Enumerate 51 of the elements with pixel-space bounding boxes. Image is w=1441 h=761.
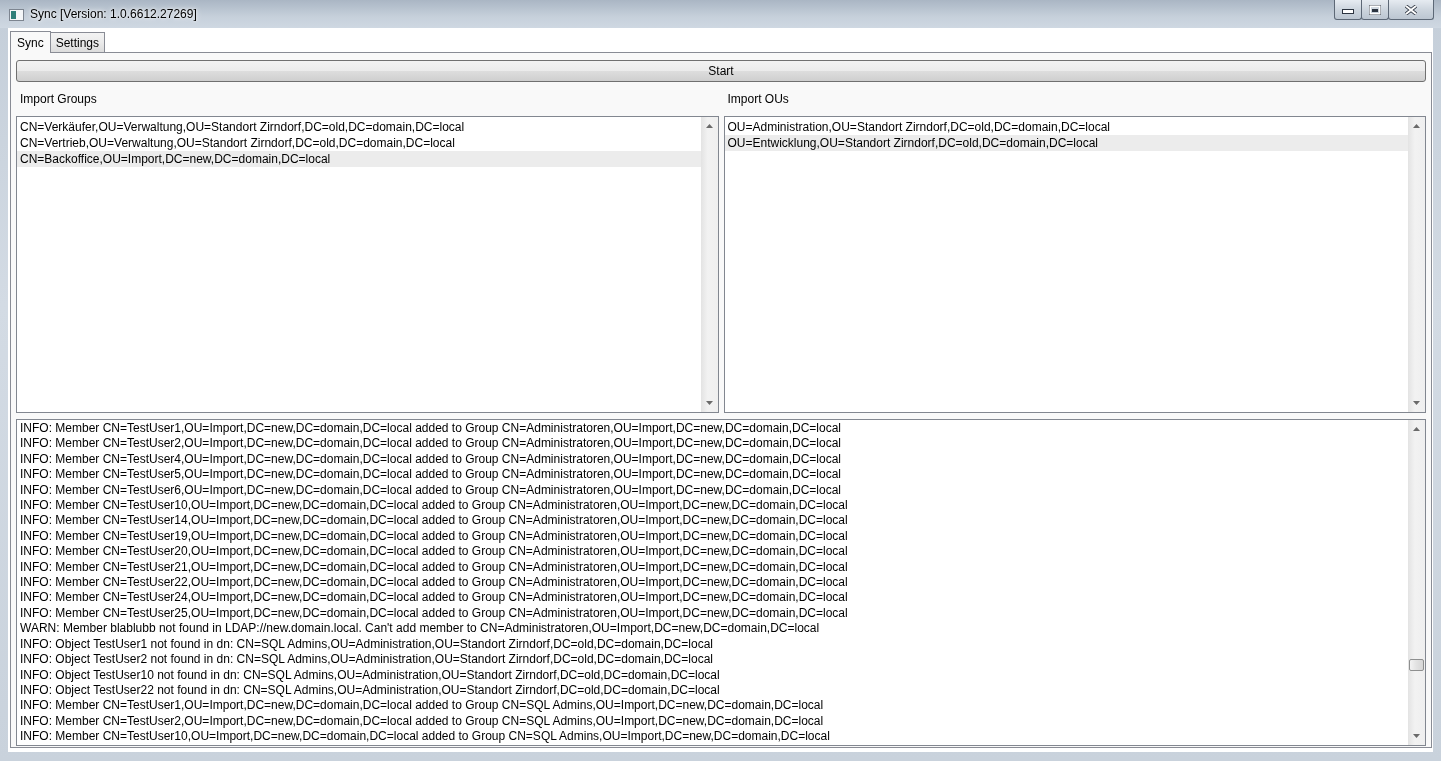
up-arrow-icon[interactable] [1413,427,1420,431]
log-line: INFO: Object TestUser10 not found in dn: CN=SQL Admins,OU=Administration,OU=Standort Zirndorf,DC=old,DC=domain,DC=local [19,667,721,683]
list-box[interactable]: OU=Administration,OU=Standort Zirndorf,DC=old,DC=domain,DC=local OU=Entwicklung,OU=Standort Zirndorf,DC=old,DC=domain,DC=local [723,116,1426,413]
log-line: INFO: Member CN=TestUser22,OU=Import,DC=new,DC=domain,DC=local added to Group CN=Administratoren,OU=Import,DC=new,DC=domain,DC=local [19,575,849,591]
down-arrow-icon[interactable] [1413,401,1420,405]
close-button[interactable] [1388,0,1434,20]
log-line: INFO: Member CN=TestUser10,OU=Import,DC=new,DC=domain,DC=local added to Group CN=SQL Admins,OU=Import,DC=new,DC=domain,DC=local [19,729,831,745]
start-button[interactable]: Start [16,60,1426,82]
tab[interactable]: Sync [10,31,51,53]
log-line: INFO: Member CN=TestUser21,OU=Import,DC=new,DC=domain,DC=local added to Group CN=Administratoren,OU=Import,DC=new,DC=domain,DC=local [19,559,849,576]
tab[interactable]: Settings [50,32,106,52]
log-line: WARN: Member blablubb not found in LDAP://new.domain.local. Can't add member to CN=Administratoren,OU=Import,DC=new,DC=domain,DC=local [19,621,821,637]
log-line: INFO: Object TestUser22 not found in dn: CN=SQL Admins,OU=Administration,OU=Standort Zirndorf,DC=old,DC=domain,DC=local [19,682,721,699]
log-line: INFO: Member CN=TestUser10,OU=Import,DC=new,DC=domain,DC=local added to Group CN=Administratoren,OU=Import,DC=new,DC=domain,DC=local [19,498,849,514]
list-item[interactable]: OU=Entwicklung,OU=Standort Zirndorf,DC=old,DC=domain,DC=local [724,135,1408,151]
list-box[interactable]: CN=Verkäufer,OU=Verwaltung,OU=Standort Zirndorf,DC=old,DC=domain,DC=local CN=Vertrieb,OU=Verwaltung,OU=Standort Zirndorf,DC=old,DC=domain,DC=local CN=Backoffice,OU=Import,DC=new,DC=domain,DC=local [16,116,719,413]
down-arrow-icon[interactable] [1413,734,1420,738]
log-line: INFO: Member CN=TestUser20,OU=Import,DC=new,DC=domain,DC=local added to Group CN=Administratoren,OU=Import,DC=new,DC=domain,DC=local [19,544,849,560]
scrollbar-thumb[interactable] [1409,659,1424,671]
log-line: INFO: Member CN=TestUser24,OU=Import,DC=new,DC=domain,DC=local added to Group CN=Administratoren,OU=Import,DC=new,DC=domain,DC=local [19,590,849,606]
log-line: INFO: Member CN=TestUser1,OU=Import,DC=new,DC=domain,DC=local added to Group CN=Administratoren,OU=Import,DC=new,DC=domain,DC=local [19,421,842,437]
up-arrow-icon[interactable] [705,124,713,128]
list-item[interactable]: CN=Backoffice,OU=Import,DC=new,DC=domain,DC=local [17,151,701,167]
section-label: Import Groups [20,92,97,107]
section-label: Import OUs [727,92,789,107]
log-line: INFO: Member CN=TestUser1,OU=Import,DC=new,DC=domain,DC=local added to Group CN=SQL Admins,OU=Import,DC=new,DC=domain,DC=local [19,698,825,714]
scrollbar[interactable] [1408,420,1425,745]
close-icon [1405,4,1417,15]
minimize-icon [1342,9,1354,14]
minimize-button[interactable] [1334,0,1362,20]
log-line: INFO: Member CN=TestUser25,OU=Import,DC=new,DC=domain,DC=local added to Group CN=Administratoren,OU=Import,DC=new,DC=domain,DC=local [19,605,849,622]
scrollbar[interactable] [700,117,718,412]
app-icon [9,9,24,21]
log-line: INFO: Object TestUser2 not found in dn: CN=SQL Admins,OU=Administration,OU=Standort Zirndorf,DC=old,DC=domain,DC=local [19,652,714,668]
log-line: INFO: Member CN=TestUser4,OU=Import,DC=new,DC=domain,DC=local added to Group CN=Administratoren,OU=Import,DC=new,DC=domain,DC=local [19,451,842,468]
list-item[interactable]: CN=Verkäufer,OU=Verwaltung,OU=Standort Zirndorf,DC=old,DC=domain,DC=local [17,119,701,135]
log-line: INFO: Member CN=TestUser5,OU=Import,DC=new,DC=domain,DC=local added to Group CN=Administratoren,OU=Import,DC=new,DC=domain,DC=local [19,467,842,483]
log-line: INFO: Member CN=TestUser2,OU=Import,DC=new,DC=domain,DC=local added to Group CN=Administratoren,OU=Import,DC=new,DC=domain,DC=local [19,436,842,452]
list-item[interactable]: OU=Administration,OU=Standort Zirndorf,DC=old,DC=domain,DC=local [724,119,1408,135]
scrollbar[interactable] [1408,117,1425,412]
log-line: INFO: Member CN=TestUser19,OU=Import,DC=new,DC=domain,DC=local added to Group CN=Administratoren,OU=Import,DC=new,DC=domain,DC=local [19,528,849,545]
log-line: INFO: Member CN=TestUser2,OU=Import,DC=new,DC=domain,DC=local added to Group CN=SQL Admins,OU=Import,DC=new,DC=domain,DC=local [19,713,825,730]
list-item[interactable]: CN=Vertrieb,OU=Verwaltung,OU=Standort Zirndorf,DC=old,DC=domain,DC=local [17,135,701,151]
log-line: INFO: Object TestUser1 not found in dn: CN=SQL Admins,OU=Administration,OU=Standort Zirndorf,DC=old,DC=domain,DC=local [19,636,714,653]
window-title: Sync [Version: 1.0.6612.27269] [30,7,197,22]
log-line: INFO: Member CN=TestUser6,OU=Import,DC=new,DC=domain,DC=local added to Group CN=Administratoren,OU=Import,DC=new,DC=domain,DC=local [19,482,842,499]
maximize-icon [1369,4,1381,15]
maximize-button[interactable] [1361,0,1389,20]
down-arrow-icon[interactable] [705,401,713,405]
log-line: INFO: Member CN=TestUser14,OU=Import,DC=new,DC=domain,DC=local added to Group CN=Administratoren,OU=Import,DC=new,DC=domain,DC=local [19,513,849,529]
up-arrow-icon[interactable] [1413,124,1420,128]
